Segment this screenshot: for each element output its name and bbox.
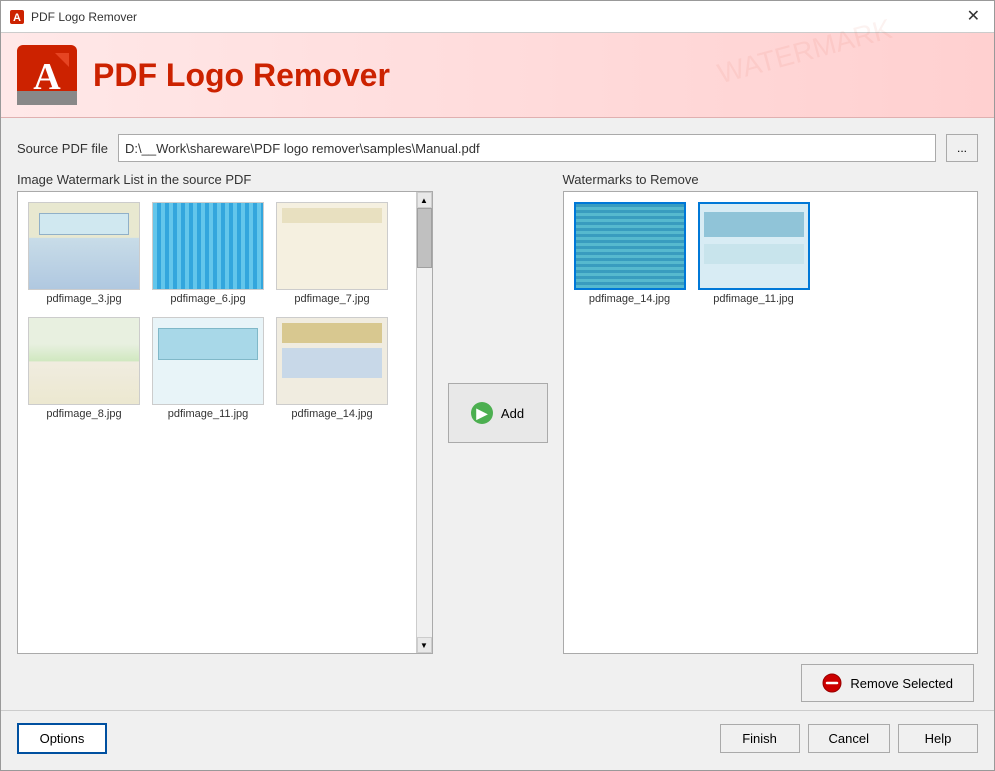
- footer-left: Options: [17, 723, 107, 754]
- cancel-button[interactable]: Cancel: [808, 724, 890, 753]
- scroll-up-button[interactable]: ▲: [417, 192, 432, 208]
- footer-row: Options Finish Cancel Help: [17, 719, 978, 754]
- remove-icon: [822, 673, 842, 693]
- svg-text:A: A: [13, 12, 21, 24]
- image-label: pdfimage_14.jpg: [291, 408, 372, 420]
- image-label: pdfimage_3.jpg: [46, 293, 121, 305]
- list-item[interactable]: pdfimage_3.jpg: [26, 200, 142, 307]
- thumbnail: [276, 202, 388, 290]
- options-button[interactable]: Options: [17, 723, 107, 754]
- source-label: Source PDF file: [17, 141, 108, 156]
- thumbnail: [28, 317, 140, 405]
- add-label: Add: [501, 406, 524, 421]
- finish-button[interactable]: Finish: [720, 724, 800, 753]
- remove-selected-button[interactable]: Remove Selected: [801, 664, 974, 702]
- add-arrow-icon: ▶: [471, 402, 493, 424]
- main-window: A PDF Logo Remover ✕ A PDF Logo Remover …: [0, 0, 995, 771]
- separator: [1, 710, 994, 711]
- header-banner: A PDF Logo Remover WATERMARK: [1, 33, 994, 118]
- app-logo: A: [17, 45, 77, 105]
- help-button[interactable]: Help: [898, 724, 978, 753]
- image-label: pdfimage_14.jpg: [589, 293, 670, 305]
- browse-button[interactable]: ...: [946, 134, 978, 162]
- image-label: pdfimage_6.jpg: [170, 293, 245, 305]
- list-item[interactable]: pdfimage_14.jpg: [572, 200, 688, 307]
- list-item[interactable]: pdfimage_8.jpg: [26, 315, 142, 422]
- remove-selected-label: Remove Selected: [850, 676, 953, 691]
- header-title: PDF Logo Remover: [93, 57, 390, 94]
- thumbnail: [152, 202, 264, 290]
- right-panel: Watermarks to Remove pdfimage_14.jpg pdf…: [563, 172, 979, 654]
- left-panel-label: Image Watermark List in the source PDF: [17, 172, 433, 187]
- list-item[interactable]: pdfimage_11.jpg: [150, 315, 266, 422]
- bottom-section: Remove Selected Options Finish Cancel He…: [17, 664, 978, 754]
- left-panel: Image Watermark List in the source PDF p…: [17, 172, 433, 654]
- list-item[interactable]: pdfimage_14.jpg: [274, 315, 390, 422]
- content-area: Source PDF file ... Image Watermark List…: [1, 118, 994, 770]
- list-item[interactable]: pdfimage_6.jpg: [150, 200, 266, 307]
- remove-row: Remove Selected: [17, 664, 978, 702]
- thumbnail: [28, 202, 140, 290]
- thumbnail: [276, 317, 388, 405]
- thumbnail: [698, 202, 810, 290]
- add-button-area: ▶ Add: [443, 172, 553, 654]
- image-label: pdfimage_11.jpg: [713, 293, 794, 305]
- source-input[interactable]: [118, 134, 936, 162]
- list-item[interactable]: pdfimage_11.jpg: [696, 200, 812, 307]
- right-panel-label: Watermarks to Remove: [563, 172, 979, 187]
- options-label: Options: [40, 731, 85, 746]
- source-row: Source PDF file ...: [17, 134, 978, 162]
- scrollbar-thumb[interactable]: [417, 208, 432, 268]
- thumbnail: [152, 317, 264, 405]
- right-panel-list: pdfimage_14.jpg pdfimage_11.jpg: [563, 191, 979, 654]
- thumbnail: [574, 202, 686, 290]
- image-label: pdfimage_11.jpg: [168, 408, 249, 420]
- panels-row: Image Watermark List in the source PDF p…: [17, 172, 978, 654]
- image-label: pdfimage_7.jpg: [294, 293, 369, 305]
- svg-text:WATERMARK: WATERMARK: [714, 13, 895, 89]
- scrollbar[interactable]: ▲ ▼: [416, 192, 432, 653]
- footer-right: Finish Cancel Help: [720, 724, 978, 753]
- add-button[interactable]: ▶ Add: [448, 383, 548, 443]
- scroll-down-button[interactable]: ▼: [417, 637, 432, 653]
- app-icon: A: [9, 9, 25, 25]
- list-item[interactable]: pdfimage_7.jpg: [274, 200, 390, 307]
- image-label: pdfimage_8.jpg: [46, 408, 121, 420]
- left-panel-list: pdfimage_3.jpg pdfimage_6.jpg pdfimage_7…: [17, 191, 433, 654]
